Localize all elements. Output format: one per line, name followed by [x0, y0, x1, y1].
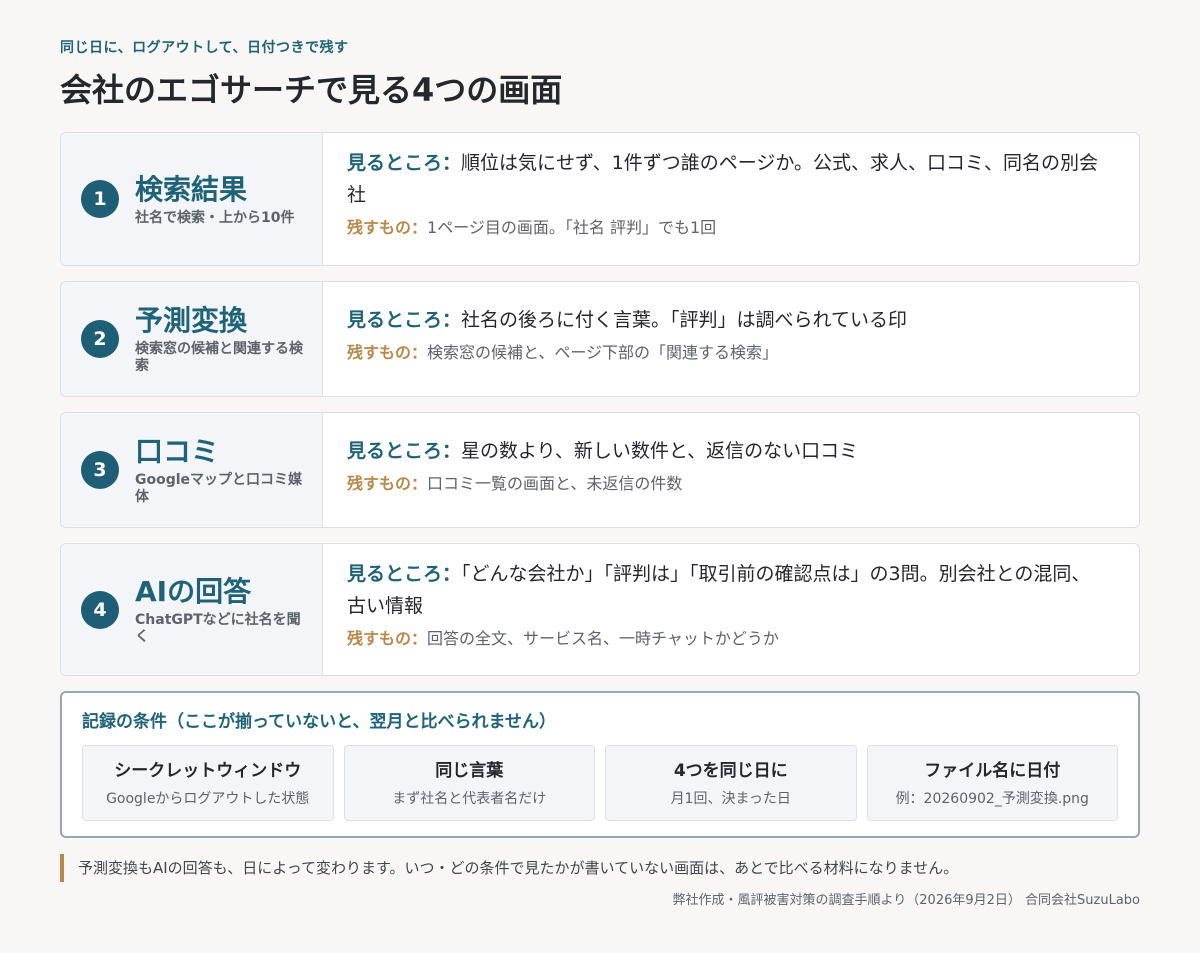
- condition-item: ファイル名に日付 例：20260902_予測変換.png: [866, 745, 1118, 821]
- condition-heading: 4つを同じ日に: [673, 761, 788, 781]
- card-subtitle: ChatGPTなどに社名を聞く: [135, 611, 301, 645]
- card-subtitle: 検索窓の候補と関連する検索: [135, 341, 303, 374]
- conditions-grid: シークレットウィンドウ Googleからログアウトした状態 同じ言葉 まず社名と…: [82, 745, 1118, 821]
- page: 同じ日に、ログアウトして、日付つきで残す 会社のエゴサーチで見る4つの画面 1 …: [0, 0, 1200, 953]
- step-number-badge: 3: [81, 451, 119, 489]
- condition-item: シークレットウィンドウ Googleからログアウトした状態: [82, 745, 334, 821]
- see-point: 見るところ：「どんな会社か」「評判は」「取引前の確認点は」の3問。別会社との混同…: [347, 558, 1099, 622]
- see-point: 見るところ：順位は気にせず、1件ずつ誰のページか。公式、求人、口コミ、同名の別会…: [347, 147, 1099, 211]
- card-header: 2 予測変換 検索窓の候補と関連する検索: [61, 282, 323, 396]
- note: 予測変換もAIの回答も、日によって変わります。いつ・どの条件で見たかが書いていな…: [60, 854, 1140, 882]
- see-point: 見るところ：星の数より、新しい数件と、返信のない口コミ: [347, 435, 1099, 467]
- keep-label: 残すもの：: [347, 629, 428, 648]
- condition-item: 同じ言葉 まず社名と代表者名だけ: [343, 745, 595, 821]
- card-heading: 検索結果 社名で検索・上から10件: [135, 172, 305, 227]
- see-text: 社名の後ろに付く言葉。「評判」は調べられている印: [461, 309, 907, 331]
- card-body: 見るところ：「どんな会社か」「評判は」「取引前の確認点は」の3問。別会社との混同…: [323, 544, 1139, 675]
- card-title: 予測変換: [135, 304, 248, 337]
- step-number-badge: 2: [81, 320, 119, 358]
- card-reviews: 3 口コミ Googleマップと口コミ媒体 見るところ：星の数より、新しい数件と…: [60, 412, 1140, 528]
- eyebrow: 同じ日に、ログアウトして、日付つきで残す: [60, 40, 349, 56]
- footer-credit: 弊社作成・風評被害対策の調査手順より（2026年9月2日） 合同会社SuzuLa…: [672, 893, 1140, 908]
- condition-desc: 例：20260902_予測変換.png: [895, 791, 1089, 807]
- see-point: 見るところ：社名の後ろに付く言葉。「評判」は調べられている印: [347, 304, 1099, 336]
- see-label: 見るところ：: [347, 309, 462, 331]
- condition-heading: シークレットウィンドウ: [114, 761, 302, 781]
- card-heading: 口コミ Googleマップと口コミ媒体: [135, 434, 305, 506]
- card-header: 1 検索結果 社名で検索・上から10件: [61, 133, 323, 265]
- keep-label: 残すもの：: [347, 474, 428, 493]
- condition-desc: Googleからログアウトした状態: [106, 791, 310, 807]
- card-body: 見るところ：社名の後ろに付く言葉。「評判」は調べられている印 残すもの：検索窓の…: [323, 282, 1139, 396]
- step-number-badge: 1: [81, 180, 119, 218]
- keep-label: 残すもの：: [347, 218, 428, 237]
- keep-text: 検索窓の候補と、ページ下部の「関連する検索」: [427, 343, 779, 362]
- condition-item: 4つを同じ日に 月1回、決まった日: [605, 745, 857, 821]
- see-label: 見るところ：: [347, 563, 462, 585]
- keep-point: 残すもの：1ページ目の画面。「社名 評判」でも1回: [347, 217, 1099, 239]
- keep-label: 残すもの：: [347, 343, 428, 362]
- card-heading: 予測変換 検索窓の候補と関連する検索: [135, 303, 305, 375]
- card-title: 口コミ: [135, 435, 220, 468]
- keep-point: 残すもの：検索窓の候補と、ページ下部の「関連する検索」: [347, 342, 1099, 364]
- card-ai-answer: 4 AIの回答 ChatGPTなどに社名を聞く 見るところ：「どんな会社か」「評…: [60, 543, 1140, 676]
- card-autocomplete: 2 予測変換 検索窓の候補と関連する検索 見るところ：社名の後ろに付く言葉。「評…: [60, 281, 1140, 397]
- condition-desc: まず社名と代表者名だけ: [392, 791, 547, 807]
- card-body: 見るところ：星の数より、新しい数件と、返信のない口コミ 残すもの：口コミ一覧の画…: [323, 413, 1139, 527]
- condition-heading: 同じ言葉: [435, 761, 504, 781]
- card-subtitle: 社名で検索・上から10件: [135, 209, 295, 226]
- see-label: 見るところ：: [347, 152, 462, 174]
- card-title: 検索結果: [135, 172, 248, 206]
- conditions-title: 記録の条件（ここが揃っていないと、翌月と比べられません）: [82, 712, 556, 732]
- keep-text: 1ページ目の画面。「社名 評判」でも1回: [427, 218, 717, 237]
- condition-desc: 月1回、決まった日: [670, 791, 791, 807]
- step-number-badge: 4: [81, 590, 119, 629]
- see-text: 星の数より、新しい数件と、返信のない口コミ: [461, 440, 859, 462]
- screen-cards: 1 検索結果 社名で検索・上から10件 見るところ：順位は気にせず、1件ずつ誰の…: [60, 132, 1140, 676]
- page-title: 会社のエゴサーチで見る4つの画面: [60, 71, 563, 109]
- keep-point: 残すもの：回答の全文、サービス名、一時チャットかどうか: [347, 628, 1099, 650]
- keep-text: 口コミ一覧の画面と、未返信の件数: [427, 474, 683, 493]
- keep-text: 回答の全文、サービス名、一時チャットかどうか: [427, 629, 779, 648]
- keep-point: 残すもの：口コミ一覧の画面と、未返信の件数: [347, 473, 1099, 495]
- card-search-results: 1 検索結果 社名で検索・上から10件 見るところ：順位は気にせず、1件ずつ誰の…: [60, 132, 1140, 266]
- condition-heading: ファイル名に日付: [924, 761, 1061, 781]
- see-label: 見るところ：: [347, 440, 462, 462]
- recording-conditions: 記録の条件（ここが揃っていないと、翌月と比べられません） シークレットウィンドウ…: [60, 691, 1140, 838]
- card-body: 見るところ：順位は気にせず、1件ずつ誰のページか。公式、求人、口コミ、同名の別会…: [323, 133, 1139, 265]
- card-subtitle: Googleマップと口コミ媒体: [135, 472, 303, 505]
- card-header: 4 AIの回答 ChatGPTなどに社名を聞く: [61, 544, 323, 675]
- card-title: AIの回答: [135, 574, 252, 608]
- card-header: 3 口コミ Googleマップと口コミ媒体: [61, 413, 323, 527]
- card-heading: AIの回答 ChatGPTなどに社名を聞く: [135, 574, 305, 646]
